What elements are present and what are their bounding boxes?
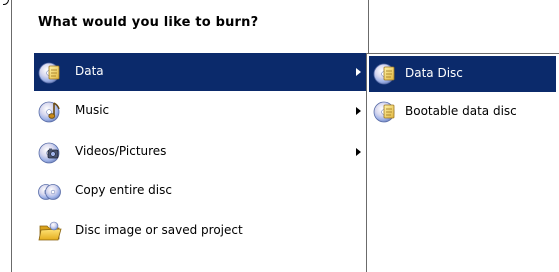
menu-item-label: Videos/Pictures [75,144,167,158]
menu-title: What would you like to burn? [38,15,259,30]
menu-item-disc-image[interactable]: Disc image or saved project [34,212,367,250]
music-disc-icon [38,100,62,124]
submenu-item-data-disc[interactable]: Data Disc [369,56,556,92]
submenu-arrow-icon [356,107,361,115]
burn-menu-panel: What would you like to burn? Data Music … [11,0,369,272]
copy-disc-icon [38,180,62,204]
video-disc-icon [38,141,62,165]
folder-icon [38,220,62,244]
data-disc-icon [373,62,397,86]
data-submenu-panel: Data Disc Bootable data disc [366,53,559,272]
window-corner-fragment [3,0,9,5]
submenu-item-bootable-data-disc[interactable]: Bootable data disc [369,94,556,130]
menu-item-label: Data [75,64,104,78]
menu-item-copy-entire-disc[interactable]: Copy entire disc [34,172,367,210]
submenu-item-label: Bootable data disc [405,104,517,118]
bootable-disc-icon [373,100,397,124]
data-disc-icon [38,61,62,85]
menu-item-label: Disc image or saved project [75,223,243,237]
menu-item-music[interactable]: Music [34,92,367,130]
menu-item-label: Copy entire disc [75,183,172,197]
menu-item-videos-pictures[interactable]: Videos/Pictures [34,133,367,171]
menu-item-label: Music [75,103,110,117]
submenu-arrow-icon [356,148,361,156]
submenu-arrow-icon [356,68,361,76]
submenu-item-label: Data Disc [405,66,463,80]
menu-item-data[interactable]: Data [34,53,367,91]
